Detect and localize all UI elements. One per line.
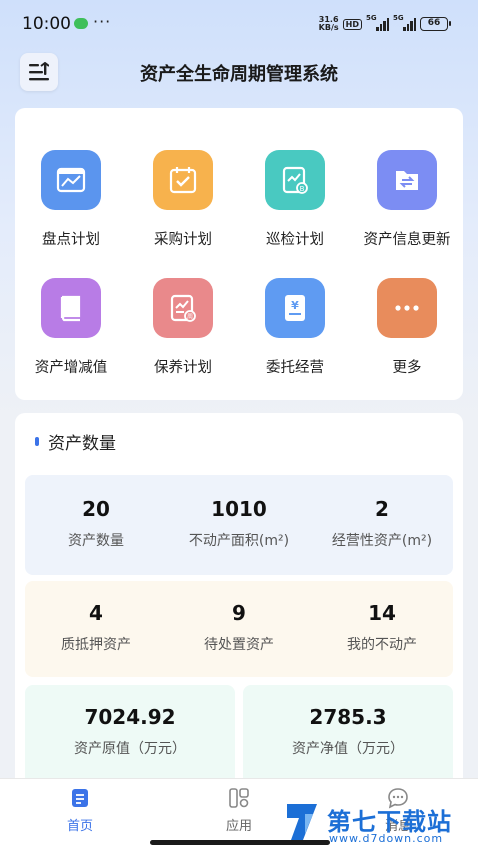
stat-value: 2785.3 xyxy=(309,705,387,729)
grid-item-purchase-plan[interactable]: 采购计划 xyxy=(127,108,239,248)
signal-label: 5G xyxy=(366,14,377,22)
stat-value: 7024.92 xyxy=(84,705,176,729)
stat-real-estate-area[interactable]: 1010 不动产面积(m²) xyxy=(167,497,311,550)
apps-grid-icon xyxy=(229,788,249,808)
stat-asset-count[interactable]: 20 资产数量 xyxy=(25,497,167,550)
svg-text:周: 周 xyxy=(187,314,193,321)
stat-pending-disposal[interactable]: 9 待处置资产 xyxy=(167,601,311,654)
stat-my-real-estate[interactable]: 14 我的不动产 xyxy=(311,601,453,654)
grid-item-more[interactable]: 更多 xyxy=(351,236,463,376)
stat-caption: 待处置资产 xyxy=(204,637,274,653)
inspection-report-icon: B xyxy=(265,150,325,210)
signal-icon: 5G xyxy=(366,14,389,31)
grid-item-label: 保养计划 xyxy=(154,360,212,376)
section-title: 资产数量 xyxy=(35,429,116,454)
status-indicators: 31.6 KB/s HD 5G 5G 66 xyxy=(319,14,451,32)
stat-value: 20 xyxy=(82,497,110,521)
network-speed-unit: KB/s xyxy=(318,23,339,32)
wechat-notification-icon xyxy=(74,18,88,29)
stat-caption: 质抵押资产 xyxy=(61,637,131,653)
section-marker xyxy=(35,437,39,446)
nav-label: 首页 xyxy=(66,819,93,834)
hd-voice-icon: HD xyxy=(342,18,362,30)
grid-item-label: 更多 xyxy=(392,360,422,376)
grid-item-inventory-plan[interactable]: 盘点计划 xyxy=(15,108,127,248)
stat-caption: 资产数量 xyxy=(68,533,124,549)
grid-item-maintenance-plan[interactable]: 周 保养计划 xyxy=(127,236,239,376)
calendar-check-icon xyxy=(153,150,213,210)
more-notifications-indicator: ··· xyxy=(93,12,112,31)
stat-pledged-assets[interactable]: 4 质抵押资产 xyxy=(25,601,167,654)
section-title-text: 资产数量 xyxy=(48,434,116,454)
status-bar: 10:00 ··· 31.6 KB/s HD 5G 5G 66 xyxy=(0,0,478,50)
app-header: 资产全生命周期管理系统 xyxy=(0,50,478,96)
status-time: 10:00 xyxy=(22,14,71,34)
asset-stats-card: 资产数量 20 资产数量 1010 不动产面积(m²) 2 经营性资产(m²) … xyxy=(15,413,463,793)
stat-operating-assets[interactable]: 2 经营性资产(m²) xyxy=(311,497,453,550)
book-icon xyxy=(41,278,101,338)
grid-item-label: 资产增减值 xyxy=(34,360,108,376)
battery-icon: 66 xyxy=(420,17,451,31)
yuan-document-icon: ¥ xyxy=(265,278,325,338)
nav-label: 应用 xyxy=(225,819,252,834)
stats-row-2: 4 质抵押资产 9 待处置资产 14 我的不动产 xyxy=(25,581,453,677)
grid-item-asset-info-update[interactable]: 资产信息更新 xyxy=(351,108,463,248)
watermark-logo-icon xyxy=(287,804,317,840)
nav-apps[interactable]: 应用 xyxy=(199,787,279,834)
stat-value: 1010 xyxy=(211,497,267,521)
home-indicator[interactable] xyxy=(150,840,330,845)
more-dots-icon xyxy=(377,278,437,338)
inventory-chart-icon xyxy=(41,150,101,210)
stat-caption: 不动产面积(m²) xyxy=(188,533,290,549)
grid-item-entrusted-operation[interactable]: ¥ 委托经营 xyxy=(239,236,351,376)
network-speed: 31.6 KB/s xyxy=(319,16,339,32)
page-title: 资产全生命周期管理系统 xyxy=(140,64,338,85)
stat-caption: 资产原值（万元） xyxy=(74,741,186,757)
stat-value: 4 xyxy=(89,601,103,625)
stat-original-value: 7024.92 资产原值（万元） xyxy=(25,705,235,758)
grid-item-inspection-plan[interactable]: B 巡检计划 xyxy=(239,108,351,248)
stat-caption: 我的不动产 xyxy=(347,637,417,653)
signal-label-2: 5G xyxy=(393,14,404,22)
stats-row-1: 20 资产数量 1010 不动产面积(m²) 2 经营性资产(m²) xyxy=(25,475,453,575)
nav-home[interactable]: 首页 xyxy=(40,787,120,834)
stat-original-value-panel[interactable]: 7024.92 资产原值（万元） xyxy=(25,685,235,785)
feature-grid: 盘点计划 采购计划 B 巡检计划 资产信息更新 资产增减值 周 保养计划 ¥ 委… xyxy=(15,108,463,400)
stat-caption: 经营性资产(m²) xyxy=(331,533,433,549)
home-doc-icon xyxy=(72,789,88,807)
svg-text:B: B xyxy=(300,185,305,193)
stat-value: 14 xyxy=(368,601,396,625)
folder-swap-icon xyxy=(377,150,437,210)
signal-icon-2: 5G xyxy=(393,14,416,31)
svg-text:¥: ¥ xyxy=(291,299,299,312)
stat-value: 2 xyxy=(375,497,389,521)
grid-item-label: 委托经营 xyxy=(266,360,324,376)
maintenance-chart-icon: 周 xyxy=(153,278,213,338)
stat-value: 9 xyxy=(232,601,246,625)
stat-net-value-panel[interactable]: 2785.3 资产净值（万元） xyxy=(243,685,453,785)
grid-item-asset-value-change[interactable]: 资产增减值 xyxy=(15,236,127,376)
watermark-url: www.d7down.com xyxy=(329,832,444,845)
stat-net-value: 2785.3 资产净值（万元） xyxy=(243,705,453,758)
stat-caption: 资产净值（万元） xyxy=(292,741,404,757)
